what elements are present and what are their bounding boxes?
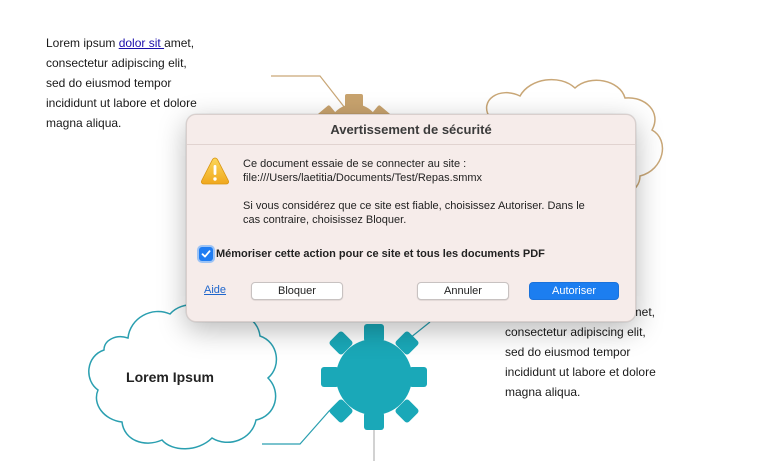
paragraph-line: incididunt ut labore et dolore [505, 365, 656, 379]
cancel-button[interactable]: Annuler [417, 282, 509, 300]
dialog-message: Ce document essaie de se connecter au si… [243, 157, 623, 227]
checkmark-icon [201, 250, 211, 258]
allow-button[interactable]: Autoriser [529, 282, 619, 300]
remember-action-row[interactable]: Mémoriser cette action pour ce site et t… [199, 247, 545, 261]
remember-checkbox-label[interactable]: Mémoriser cette action pour ce site et t… [216, 248, 545, 260]
remember-checkbox[interactable] [199, 247, 213, 261]
message-url: file:///Users/laetitia/Documents/Test/Re… [243, 172, 483, 184]
dialog-title: Avertissement de sécurité [187, 115, 635, 145]
paragraph-line: consectetur adipiscing elit, [505, 325, 646, 339]
paragraph-line: Lorem ipsum dolor sit amet, [46, 33, 216, 53]
connector-line-top [271, 75, 346, 109]
paragraph-line: incididunt ut labore et dolore [46, 96, 197, 110]
connector-line-right [409, 321, 431, 339]
message-line: Ce document essaie de se connecter au si… [243, 158, 467, 170]
text-span: Lorem ipsum [46, 36, 119, 50]
block-button[interactable]: Bloquer [251, 282, 343, 300]
paragraph-line: consectetur adipiscing elit, [46, 56, 187, 70]
paragraph-line: sed do eiusmod tempor [505, 345, 631, 359]
paragraph-line: sed do eiusmod tempor [46, 76, 172, 90]
cloud-label: Lorem Ipsum [126, 369, 214, 385]
help-link[interactable]: Aide [204, 284, 226, 296]
dolor-sit-link[interactable]: dolor sit [119, 36, 164, 50]
security-warning-dialog: Avertissement de sécurité Ce document es… [186, 114, 636, 322]
warning-triangle-icon [200, 155, 230, 187]
paragraph-line: magna aliqua. [505, 385, 581, 399]
gear-bottom-shape [321, 324, 427, 430]
message-line: Si vous considérez que ce site est fiabl… [243, 200, 585, 212]
message-paragraph-instructions: Si vous considérez que ce site est fiabl… [243, 199, 623, 227]
connector-line-bottom-left [262, 409, 331, 445]
message-paragraph-site: Ce document essaie de se connecter au si… [243, 157, 623, 185]
text-span: amet, [164, 36, 195, 50]
message-line: cas contraire, choisissez Bloquer. [243, 214, 407, 226]
